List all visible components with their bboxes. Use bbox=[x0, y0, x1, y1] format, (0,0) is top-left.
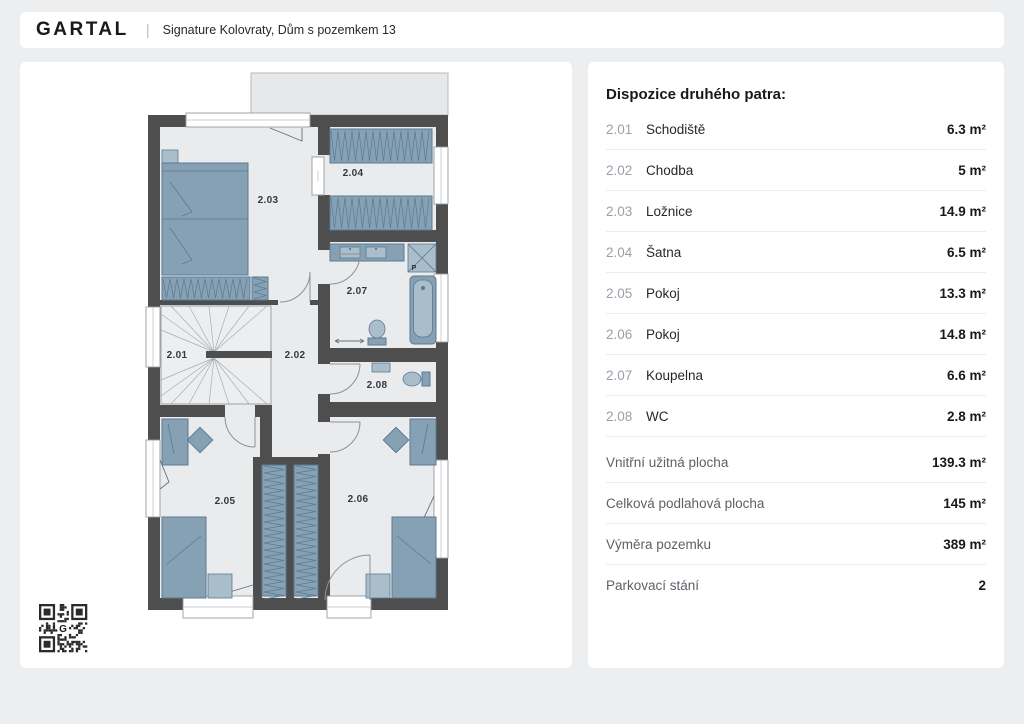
room-row-201: 2.01 Schodiště 6.3 m² bbox=[606, 109, 986, 150]
floorplan-svg: P bbox=[20, 62, 572, 668]
room-row-206: 2.06 Pokoj 14.8 m² bbox=[606, 314, 986, 355]
room-area: 6.3 m² bbox=[947, 122, 986, 137]
app-header: GARTAL | Signature Kolovraty, Dům s poze… bbox=[20, 12, 1004, 48]
summary-row-usable-area: Vnitřní užitná plocha 139.3 m² bbox=[606, 442, 986, 483]
room-name: Šatna bbox=[646, 245, 947, 260]
plan-label-207: 2.07 bbox=[347, 286, 368, 297]
plan-label-201: 2.01 bbox=[167, 350, 188, 361]
room-area: 2.8 m² bbox=[947, 409, 986, 424]
summary-row-plot-area: Výměra pozemku 389 m² bbox=[606, 524, 986, 565]
room-name: Pokoj bbox=[646, 286, 939, 301]
room-code: 2.05 bbox=[606, 286, 646, 301]
plan-label-208: 2.08 bbox=[367, 380, 388, 391]
roof-slab bbox=[251, 73, 448, 115]
room-area: 14.8 m² bbox=[939, 327, 986, 342]
desk bbox=[162, 419, 188, 465]
room-code: 2.02 bbox=[606, 163, 646, 178]
room-code: 2.04 bbox=[606, 245, 646, 260]
room-row-207: 2.07 Koupelna 6.6 m² bbox=[606, 355, 986, 396]
room-name: WC bbox=[646, 409, 947, 424]
summary-label: Výměra pozemku bbox=[606, 537, 943, 552]
room-row-204: 2.04 Šatna 6.5 m² bbox=[606, 232, 986, 273]
summary-value: 139.3 m² bbox=[932, 455, 986, 470]
plan-label-202: 2.02 bbox=[285, 350, 306, 361]
qr-center-letter: G bbox=[59, 624, 67, 635]
summary-value: 2 bbox=[978, 578, 986, 593]
summary-section: Vnitřní užitná plocha 139.3 m² Celková p… bbox=[606, 442, 986, 606]
room-row-203: 2.03 Ložnice 14.9 m² bbox=[606, 191, 986, 232]
summary-label: Celková podlahová plocha bbox=[606, 496, 943, 511]
summary-value: 145 m² bbox=[943, 496, 986, 511]
room-code: 2.07 bbox=[606, 368, 646, 383]
wardrobe-bedroom bbox=[162, 277, 268, 300]
room-row-202: 2.02 Chodba 5 m² bbox=[606, 150, 986, 191]
room-area: 6.6 m² bbox=[947, 368, 986, 383]
desk bbox=[410, 419, 436, 465]
room-code: 2.03 bbox=[606, 204, 646, 219]
single-bed bbox=[392, 517, 436, 598]
main-content: P bbox=[20, 62, 1004, 668]
wc-sink bbox=[372, 363, 390, 372]
room-area: 13.3 m² bbox=[939, 286, 986, 301]
summary-label: Vnitřní užitná plocha bbox=[606, 455, 932, 470]
room-code: 2.06 bbox=[606, 327, 646, 342]
wc-toilet bbox=[403, 372, 421, 386]
summary-value: 389 m² bbox=[943, 537, 986, 552]
room-row-205: 2.05 Pokoj 13.3 m² bbox=[606, 273, 986, 314]
double-bed bbox=[162, 150, 248, 275]
room-row-208: 2.08 WC 2.8 m² bbox=[606, 396, 986, 437]
room-name: Ložnice bbox=[646, 204, 939, 219]
header-divider: | bbox=[146, 22, 150, 39]
single-bed bbox=[162, 517, 206, 598]
floorplan-panel: P bbox=[20, 62, 572, 668]
room-code: 2.08 bbox=[606, 409, 646, 424]
info-panel: Dispozice druhého patra: 2.01 Schodiště … bbox=[588, 62, 1004, 668]
toilet bbox=[369, 320, 385, 338]
summary-row-floor-area: Celková podlahová plocha 145 m² bbox=[606, 483, 986, 524]
panel-heading: Dispozice druhého patra: bbox=[606, 86, 986, 103]
room-area: 5 m² bbox=[958, 163, 986, 178]
room-name: Chodba bbox=[646, 163, 958, 178]
room-area: 14.9 m² bbox=[939, 204, 986, 219]
summary-label: Parkovací stání bbox=[606, 578, 978, 593]
plan-label-203: 2.03 bbox=[258, 195, 279, 206]
room-name: Pokoj bbox=[646, 327, 939, 342]
plan-label-205: 2.05 bbox=[215, 496, 236, 507]
plan-label-204: 2.04 bbox=[343, 168, 364, 179]
room-code: 2.01 bbox=[606, 122, 646, 137]
room-name: Schodiště bbox=[646, 122, 947, 137]
shower-label: P bbox=[412, 265, 417, 272]
gartal-logo[interactable]: GARTAL bbox=[36, 19, 129, 41]
plan-label-206: 2.06 bbox=[348, 494, 369, 505]
room-name: Koupelna bbox=[646, 368, 947, 383]
project-title: Signature Kolovraty, Dům s pozemkem 13 bbox=[163, 23, 396, 37]
room-area: 6.5 m² bbox=[947, 245, 986, 260]
summary-row-parking: Parkovací stání 2 bbox=[606, 565, 986, 606]
